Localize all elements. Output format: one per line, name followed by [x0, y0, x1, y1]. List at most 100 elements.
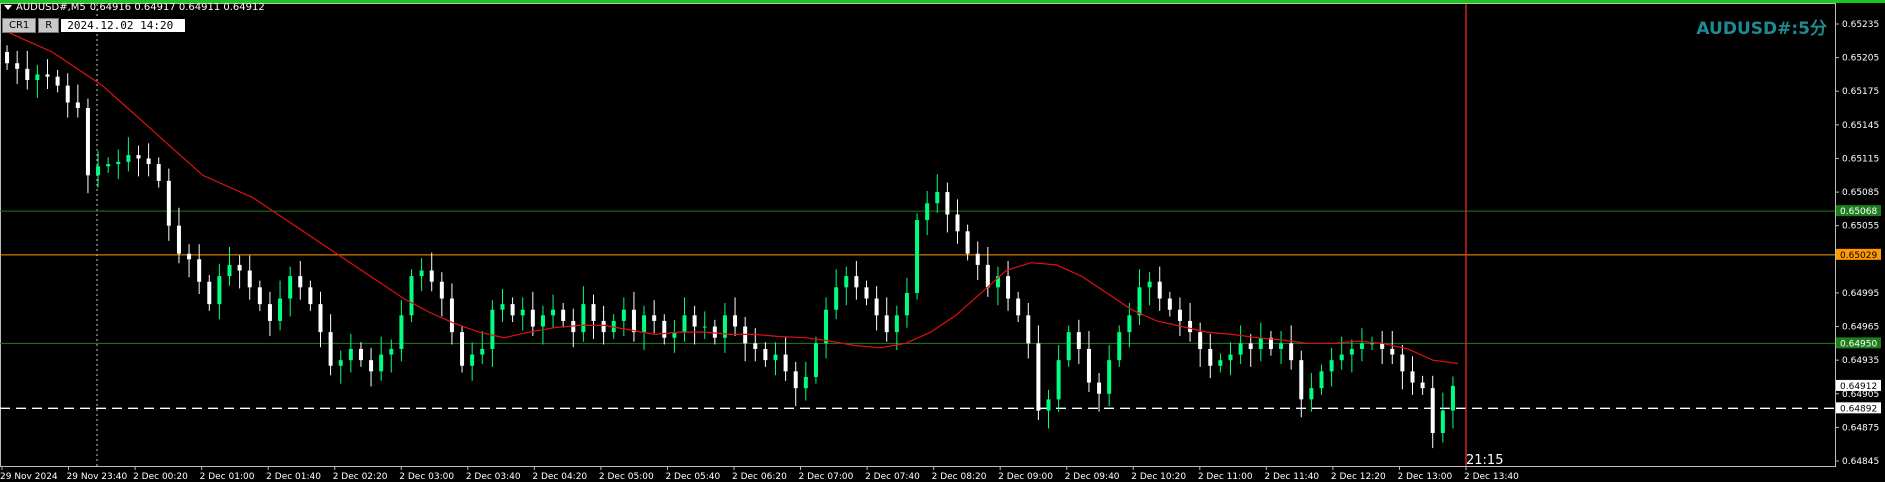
- candle-body: [318, 304, 323, 333]
- candle-body: [1097, 382, 1102, 394]
- candle-body: [1349, 348, 1354, 355]
- candle-body: [1329, 360, 1334, 372]
- candle-body: [156, 164, 161, 181]
- candle-body: [45, 74, 50, 77]
- candle-body: [166, 180, 171, 226]
- candle-body: [753, 343, 758, 349]
- candle-body: [399, 315, 404, 349]
- candle-body: [935, 192, 940, 204]
- candle-body: [409, 276, 414, 316]
- candle-body: [1056, 360, 1061, 400]
- candle-body: [217, 276, 222, 305]
- symbol-watermark: AUDUSD#:5分: [1696, 19, 1827, 39]
- candle-body: [449, 298, 454, 333]
- candle-body: [854, 276, 859, 288]
- candle-body: [369, 360, 374, 372]
- time-tick-label: 2 Dec 11:40: [1264, 472, 1319, 482]
- candle-body: [257, 287, 262, 305]
- symbol-timeframe: AUDUSD#,M5: [16, 1, 86, 13]
- price-tick-label: 0.65085: [1842, 188, 1879, 198]
- price-tick-label: 0.64935: [1842, 356, 1879, 366]
- candle-body: [631, 309, 636, 333]
- candle-body: [642, 315, 647, 333]
- candle-body: [480, 348, 485, 355]
- candle-body: [894, 315, 899, 333]
- candle-body: [25, 68, 30, 81]
- chart-top-border: [0, 0, 1885, 3]
- price-tag-label: 0.64912: [1840, 382, 1877, 392]
- candle-body: [712, 326, 717, 338]
- candle-body: [1400, 354, 1405, 372]
- candle-body: [561, 309, 566, 321]
- candle-body: [35, 74, 40, 81]
- candle-body: [1177, 309, 1182, 321]
- candle-body: [490, 309, 495, 349]
- price-tick-label: 0.65235: [1842, 20, 1879, 30]
- time-tick-label: 2 Dec 05:00: [599, 472, 654, 482]
- candle-body: [1390, 348, 1395, 355]
- candle-body: [945, 192, 950, 215]
- candle-body: [1188, 320, 1193, 333]
- candle-body: [652, 315, 657, 321]
- time-tick-label: 2 Dec 08:20: [932, 472, 987, 482]
- candle-body: [1198, 332, 1203, 349]
- time-tick-label: 2 Dec 01:00: [200, 472, 255, 482]
- crosshair-time-label: 21:15: [1466, 453, 1504, 468]
- datetime-display[interactable]: 2024.12.02 14:20: [61, 19, 186, 32]
- price-tag-label: 0.64892: [1840, 404, 1877, 414]
- price-tick-label: 0.64965: [1842, 323, 1879, 333]
- candle-body: [1258, 337, 1263, 349]
- cr1-button[interactable]: CR1: [2, 18, 37, 33]
- candle-body: [1086, 348, 1091, 383]
- candle-body: [1289, 343, 1294, 361]
- candle-body: [348, 348, 353, 361]
- candle-body: [1218, 360, 1223, 366]
- candle-body: [227, 264, 232, 277]
- collapse-arrow-icon[interactable]: [4, 4, 12, 10]
- candle-body: [75, 102, 80, 109]
- candle-body: [1440, 410, 1445, 433]
- time-tick-label: 2 Dec 01:40: [266, 472, 321, 482]
- time-tick-label: 2 Dec 03:00: [399, 472, 454, 482]
- candle-body: [1117, 332, 1122, 361]
- candle-body: [65, 85, 70, 103]
- time-tick-label: 2 Dec 05:40: [665, 472, 720, 482]
- time-tick-label: 2 Dec 13:40: [1464, 472, 1519, 482]
- candle-body: [106, 164, 111, 167]
- candle-body: [460, 332, 465, 366]
- time-tick-label: 2 Dec 06:20: [732, 472, 787, 482]
- candle-body: [439, 281, 444, 299]
- candle-body: [702, 326, 707, 328]
- candle-body: [267, 304, 272, 321]
- price-tag-label: 0.64950: [1840, 339, 1877, 349]
- candle-body: [1248, 343, 1253, 349]
- candle-body: [581, 304, 586, 333]
- candle-body: [763, 348, 768, 361]
- candle-body: [5, 52, 10, 64]
- candle-body: [1066, 332, 1071, 361]
- candle-body: [834, 287, 839, 310]
- candle-body: [773, 354, 778, 361]
- candle-body: [692, 315, 697, 327]
- ohlc-values: 0.64916 0.64917 0.64911 0.64912: [89, 1, 265, 13]
- price-tick-label: 0.64875: [1842, 423, 1879, 433]
- candle-body: [955, 214, 960, 232]
- candle-body: [1430, 388, 1435, 433]
- candle-body: [96, 166, 101, 176]
- candle-body: [591, 304, 596, 321]
- candle-body: [520, 309, 525, 316]
- time-tick-label: 2 Dec 03:40: [466, 472, 521, 482]
- candle-body: [1036, 343, 1041, 411]
- time-tick-label: 29 Nov 23:40: [67, 472, 128, 482]
- candle-body: [662, 320, 667, 338]
- candle-body: [1359, 343, 1364, 349]
- candle-body: [470, 354, 475, 366]
- price-chart[interactable]: 0.65235 0.65205 0.65175 0.65145 0.65115 0.650…: [0, 0, 1885, 482]
- candle-body: [1339, 354, 1344, 361]
- candle-body: [1076, 332, 1081, 349]
- r-button[interactable]: R: [38, 18, 60, 33]
- candle-body: [237, 264, 242, 271]
- candle-body: [136, 155, 141, 159]
- candle-body: [1208, 348, 1213, 366]
- candle-body: [733, 315, 738, 327]
